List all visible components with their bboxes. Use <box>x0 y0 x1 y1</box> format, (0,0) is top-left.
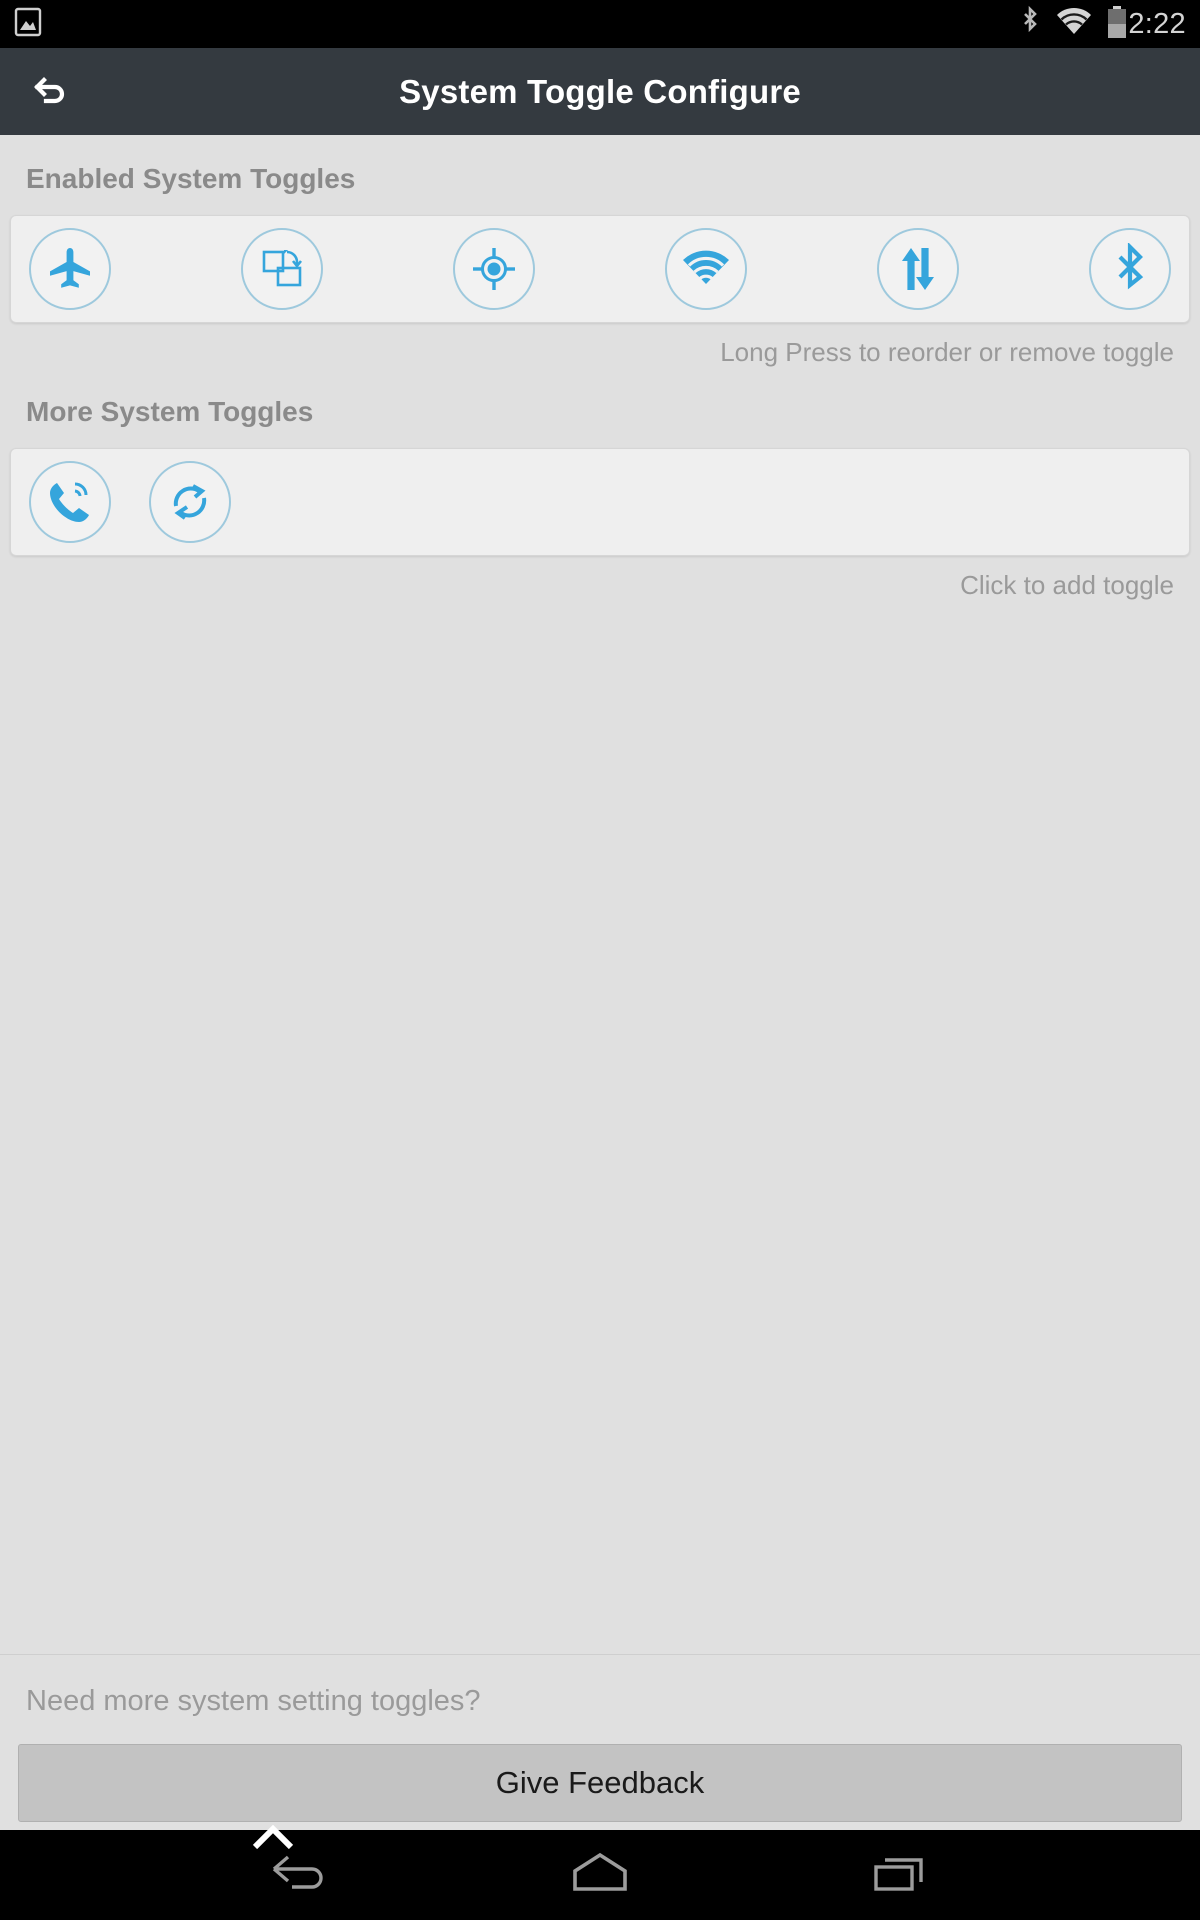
feedback-footer: Need more system setting toggles? Give F… <box>0 1654 1200 1849</box>
ringer-toggle[interactable] <box>29 461 111 543</box>
mobile-data-toggle[interactable] <box>877 228 959 310</box>
nav-home-button[interactable] <box>540 1830 660 1920</box>
feedback-question: Need more system setting toggles? <box>26 1685 481 1717</box>
back-undo-arrow-icon <box>31 70 69 113</box>
page-title: System Toggle Configure <box>399 72 801 110</box>
wifi-icon <box>680 248 732 290</box>
phone-ring-icon <box>46 478 94 526</box>
nav-back-icon <box>270 1852 330 1899</box>
status-bar-left-icons <box>14 7 42 42</box>
app-screen: 2:22 System Toggle Configure Enabled Sys… <box>0 0 1200 1920</box>
give-feedback-label: Give Feedback <box>495 1765 705 1800</box>
location-crosshair-icon <box>470 245 518 293</box>
wifi-status-icon <box>1055 7 1093 42</box>
sync-refresh-icon <box>166 478 214 526</box>
more-section-heading: More System Toggles <box>26 396 314 427</box>
nav-recents-icon <box>871 1850 929 1901</box>
screenshot-image-icon <box>14 7 42 42</box>
nav-recents-button[interactable] <box>840 1830 960 1920</box>
give-feedback-button[interactable]: Give Feedback <box>18 1744 1182 1849</box>
location-toggle[interactable] <box>453 228 535 310</box>
auto-rotate-toggle[interactable] <box>241 228 323 310</box>
airplane-icon <box>45 244 95 294</box>
auto-sync-toggle[interactable] <box>149 461 231 543</box>
app-bar: System Toggle Configure <box>0 48 1200 135</box>
airplane-mode-toggle[interactable] <box>29 228 111 310</box>
battery-status-icon <box>1106 5 1128 44</box>
status-bar-clock: 2:22 <box>1128 7 1186 40</box>
feedback-button-wrapper: Give Feedback <box>0 1744 1200 1849</box>
more-toggles-card <box>10 448 1190 556</box>
enabled-section-heading: Enabled System Toggles <box>26 163 356 194</box>
status-bar: 2:22 <box>0 0 1200 48</box>
android-navigation-bar <box>0 1830 1200 1920</box>
main-content: Enabled System Toggles Long Press to reo… <box>0 135 1200 1849</box>
enabled-toggles-card <box>10 215 1190 323</box>
bluetooth-icon <box>1111 243 1149 295</box>
wifi-toggle[interactable] <box>665 228 747 310</box>
screen-rotation-icon <box>259 246 305 292</box>
status-bar-right-icons <box>1018 5 1128 44</box>
nav-home-icon <box>569 1851 631 1900</box>
bluetooth-status-icon <box>1018 5 1042 44</box>
data-transfer-arrows-icon <box>896 244 940 294</box>
back-button[interactable] <box>0 48 100 135</box>
more-section-hint: Click to add toggle <box>960 570 1174 600</box>
enabled-section-hint: Long Press to reorder or remove toggle <box>720 337 1174 367</box>
bluetooth-toggle[interactable] <box>1089 228 1171 310</box>
